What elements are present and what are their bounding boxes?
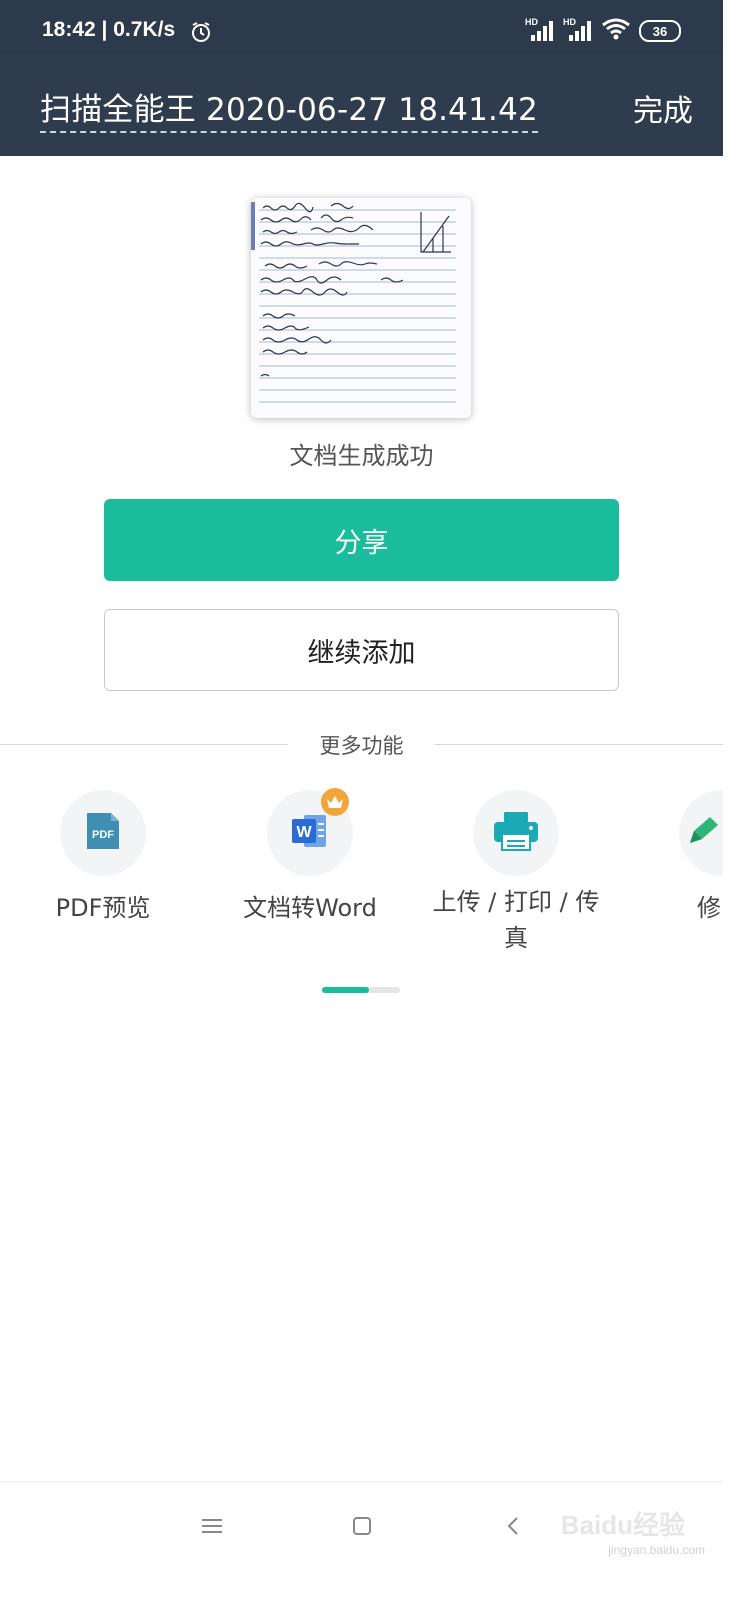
back-icon[interactable] xyxy=(505,1516,521,1540)
signal-icon: HD xyxy=(563,17,593,43)
status-time: 18:42 | 0.7K/s xyxy=(42,18,176,41)
feature-icon-circle: W xyxy=(267,788,353,876)
document-page-image xyxy=(251,198,471,418)
hd-badge: HD xyxy=(525,17,538,27)
document-thumbnail[interactable] xyxy=(251,198,471,418)
feature-edit[interactable]: 修 xyxy=(623,790,723,926)
home-icon[interactable] xyxy=(352,1516,372,1540)
feature-icon-circle xyxy=(473,790,559,876)
status-bar: 18:42 | 0.7K/s HD HD 36 xyxy=(0,0,723,54)
battery-level: 36 xyxy=(652,23,668,39)
svg-text:PDF: PDF xyxy=(92,829,114,841)
carousel-indicator-fill xyxy=(322,987,369,993)
signal-icon: HD xyxy=(525,17,555,43)
more-features-divider: 更多功能 xyxy=(0,730,723,758)
success-message: 文档生成成功 xyxy=(289,442,434,470)
watermark-url: jingyan.baidu.com xyxy=(608,1543,705,1557)
word-icon: W xyxy=(290,811,330,855)
feature-upload-print-fax[interactable]: 上传 / 打印 / 传真 xyxy=(416,790,616,956)
done-button[interactable]: 完成 xyxy=(633,86,693,130)
alarm-icon xyxy=(190,21,212,47)
title-bar: 扫描全能王 2020-06-27 18.41.42 完成 xyxy=(0,54,723,156)
battery-icon: 36 xyxy=(639,20,681,42)
divider-line-right xyxy=(435,744,723,745)
feature-icon-circle xyxy=(679,790,723,876)
vip-crown-icon xyxy=(321,788,349,816)
pencil-icon xyxy=(686,815,718,851)
printer-icon xyxy=(492,810,540,856)
svg-text:W: W xyxy=(296,824,312,841)
feature-label: 上传 / 打印 / 传真 xyxy=(432,888,600,952)
watermark-brand: Baidu经验 xyxy=(560,1510,685,1540)
feature-label: 修 xyxy=(697,894,721,922)
more-features-label: 更多功能 xyxy=(319,734,404,758)
carousel-indicator xyxy=(322,987,400,993)
share-button[interactable]: 分享 xyxy=(104,499,619,581)
feature-pdf-preview[interactable]: PDF PDF预览 xyxy=(3,790,203,926)
feature-doc-to-word[interactable]: W 文档转Word xyxy=(210,788,410,926)
document-title[interactable]: 扫描全能王 2020-06-27 18.41.42 xyxy=(40,84,538,133)
menu-icon[interactable] xyxy=(201,1516,223,1540)
hd-badge: HD xyxy=(563,17,576,27)
feature-label: 文档转Word xyxy=(243,894,377,922)
feature-icon-circle: PDF xyxy=(60,790,146,876)
feature-label: PDF预览 xyxy=(55,894,151,922)
pdf-icon: PDF xyxy=(85,811,121,855)
wifi-icon xyxy=(601,17,631,45)
continue-add-button[interactable]: 继续添加 xyxy=(104,609,619,691)
